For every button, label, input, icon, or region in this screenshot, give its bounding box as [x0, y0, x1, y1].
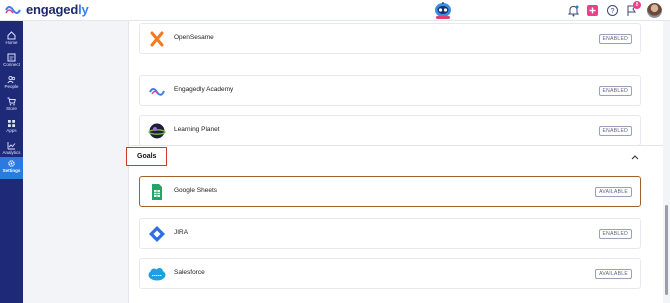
sidebar-item-home[interactable]: Home	[0, 29, 23, 51]
engagedly-academy-icon	[149, 88, 165, 96]
avatar[interactable]	[647, 3, 662, 18]
top-bar: engagedly ? 8	[0, 0, 670, 21]
integration-name: Google Sheets	[174, 187, 218, 194]
help-icon[interactable]: ?	[606, 4, 619, 17]
integration-name: JIRA	[174, 229, 189, 236]
integration-name: Engagedly Academy	[174, 86, 234, 93]
sidebar: Home Connect People Store Apps Analytics…	[0, 21, 23, 303]
learning-planet-icon	[148, 123, 166, 139]
sidebar-item-apps[interactable]: Apps	[0, 117, 23, 139]
sidebar-item-label: People	[4, 84, 19, 89]
notification-badge: 8	[633, 1, 641, 9]
integration-row[interactable]: JIRA ENABLED	[139, 218, 641, 249]
gear-icon	[8, 160, 15, 167]
goals-section-title: Goals	[126, 147, 167, 166]
scrollbar[interactable]	[663, 21, 670, 303]
google-sheets-icon	[152, 184, 162, 200]
chevron-up-icon[interactable]	[631, 154, 639, 160]
analytics-icon	[7, 142, 16, 150]
connect-icon	[7, 53, 16, 62]
status-badge: ENABLED	[598, 34, 632, 44]
learning-integrations-card: OpenSesame ENABLED Engagedly Academy ENA…	[128, 21, 663, 154]
opensesame-icon	[150, 31, 164, 47]
svg-text:?: ?	[611, 8, 615, 15]
integration-row[interactable]: OpenSesame ENABLED	[139, 23, 641, 54]
people-icon	[7, 75, 16, 84]
status-badge: ENABLED	[598, 86, 632, 96]
integration-name: Learning Planet	[174, 126, 220, 133]
home-icon	[7, 31, 16, 40]
integration-row-google-sheets[interactable]: Google Sheets AVAILABLE	[139, 176, 641, 207]
mascot-icon[interactable]	[432, 1, 454, 20]
integration-name: OpenSesame	[174, 34, 214, 41]
sidebar-item-label: Settings	[2, 168, 21, 173]
sidebar-item-label: Home	[5, 40, 18, 45]
integration-row[interactable]: Learning Planet ENABLED	[139, 115, 641, 146]
jira-icon	[149, 226, 165, 242]
sidebar-item-settings[interactable]: Settings	[0, 157, 23, 179]
sidebar-item-label: Analytics	[2, 150, 21, 155]
scrollbar-thumb[interactable]	[665, 205, 668, 295]
salesforce-icon	[148, 268, 166, 281]
sidebar-item-connect[interactable]: Connect	[0, 51, 23, 73]
cart-icon	[7, 97, 16, 106]
main-content: OpenSesame ENABLED Engagedly Academy ENA…	[23, 21, 663, 303]
sidebar-item-label: Connect	[3, 62, 20, 67]
integration-row[interactable]: Engagedly Academy ENABLED	[139, 75, 641, 106]
goals-card: Google Sheets AVAILABLE JIRA ENABLED Sal…	[128, 145, 663, 303]
plus-icon[interactable]	[586, 4, 599, 17]
logo-text[interactable]: engagedly	[26, 2, 89, 17]
sidebar-item-people[interactable]: People	[0, 73, 23, 95]
sidebar-item-label: Store	[6, 106, 17, 111]
apps-icon	[8, 120, 15, 127]
status-badge: ENABLED	[598, 229, 632, 239]
status-badge: AVAILABLE	[595, 269, 632, 279]
status-badge: AVAILABLE	[595, 187, 632, 197]
sidebar-item-store[interactable]: Store	[0, 95, 23, 117]
logo-icon	[5, 6, 21, 14]
integration-row[interactable]: Salesforce AVAILABLE	[139, 258, 641, 289]
integration-name: Salesforce	[174, 269, 205, 276]
status-badge: ENABLED	[598, 126, 632, 136]
bell-icon[interactable]	[567, 4, 580, 17]
sidebar-item-label: Apps	[6, 128, 17, 133]
